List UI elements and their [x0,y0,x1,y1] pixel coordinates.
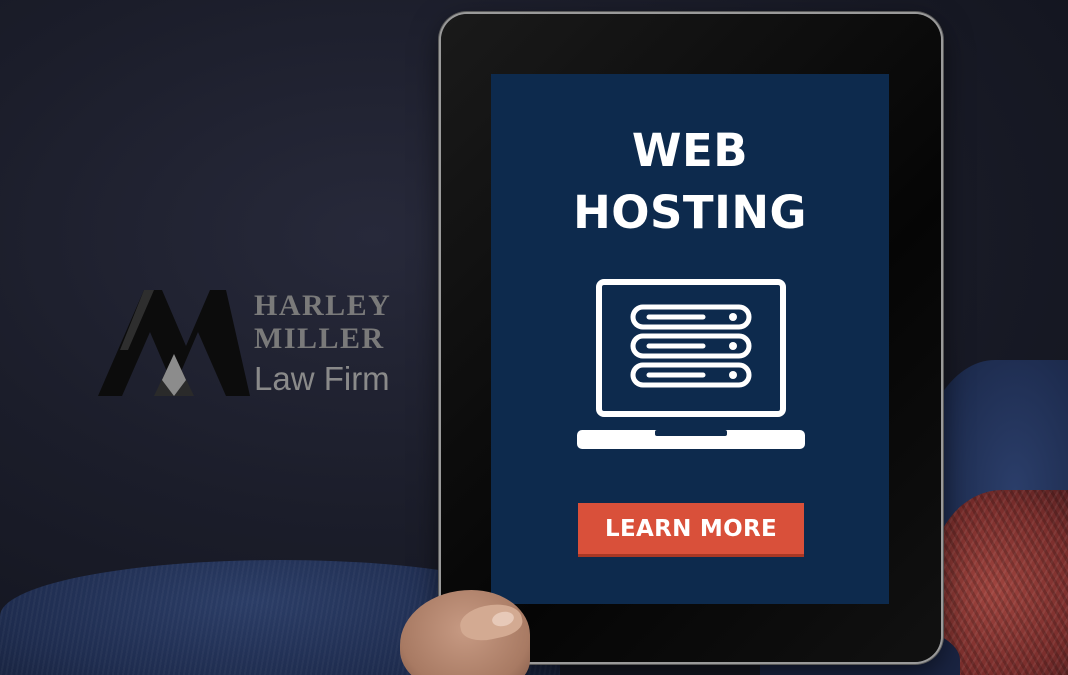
logo-text-law-firm: Law Firm [254,360,390,397]
photo-background: HARLEY MILLER Law Firm WEB HOSTING LEARN… [0,0,1068,675]
server-laptop-icon [577,279,805,449]
tablet-screen: WEB HOSTING LEARN MORE [491,74,889,604]
law-firm-logo: HARLEY MILLER Law Firm [98,288,428,400]
logo-text-harley: HARLEY [254,289,392,322]
logo-text-miller: MILLER [254,322,385,355]
learn-more-button[interactable]: LEARN MORE [578,503,804,557]
tablet-device: WEB HOSTING LEARN MORE [441,14,941,662]
heading-web: WEB [631,124,749,177]
m-mountain-logo-icon [98,290,250,396]
heading-hosting: HOSTING [573,186,807,239]
